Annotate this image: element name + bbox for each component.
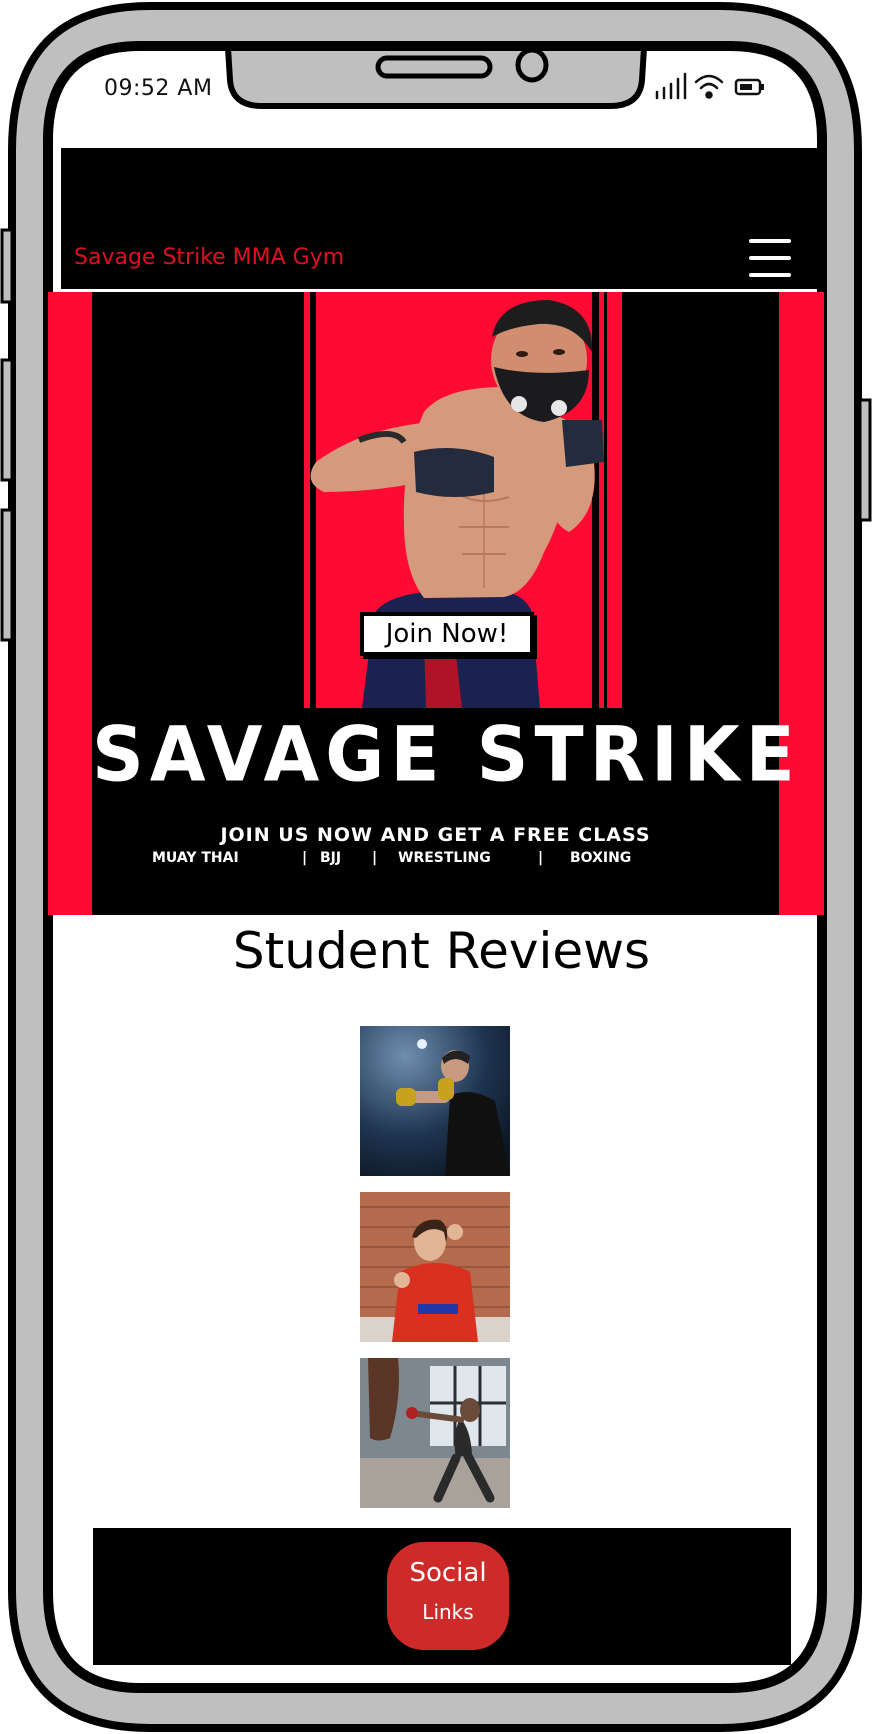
footer: Social Links: [93, 1528, 791, 1665]
social-links-button[interactable]: Social Links: [384, 1539, 512, 1653]
class-separator: |: [538, 850, 544, 866]
hero-title: SAVAGE STRIKE MMA: [92, 709, 824, 799]
hero-inner: SAVAGE STRIKE MMA JOIN US NOW AND GET A …: [92, 292, 824, 915]
class-muay-thai: MUAY THAI: [152, 850, 239, 866]
social-label: Social: [409, 1558, 487, 1588]
class-wrestling: WRESTLING: [398, 850, 491, 866]
review-image[interactable]: [360, 1192, 510, 1342]
hero-promo: JOIN US NOW AND GET A FREE CLASS: [220, 824, 651, 846]
join-now-button[interactable]: Join Now!: [360, 612, 534, 656]
hamburger-menu-icon[interactable]: [747, 239, 793, 279]
class-bjj: BJJ: [320, 850, 342, 866]
review-image[interactable]: [360, 1026, 510, 1176]
brand-name[interactable]: Savage Strike MMA Gym: [74, 245, 344, 270]
review-image[interactable]: [360, 1358, 510, 1508]
class-separator: |: [302, 850, 308, 866]
class-boxing: BOXING: [570, 850, 632, 866]
status-time: 09:52 AM: [104, 76, 213, 101]
links-label: Links: [422, 1600, 474, 1624]
navbar: Savage Strike MMA Gym: [61, 148, 822, 289]
class-separator: |: [372, 850, 378, 866]
hero-banner: SAVAGE STRIKE MMA JOIN US NOW AND GET A …: [48, 292, 824, 915]
reviews-title: Student Reviews: [232, 922, 651, 980]
